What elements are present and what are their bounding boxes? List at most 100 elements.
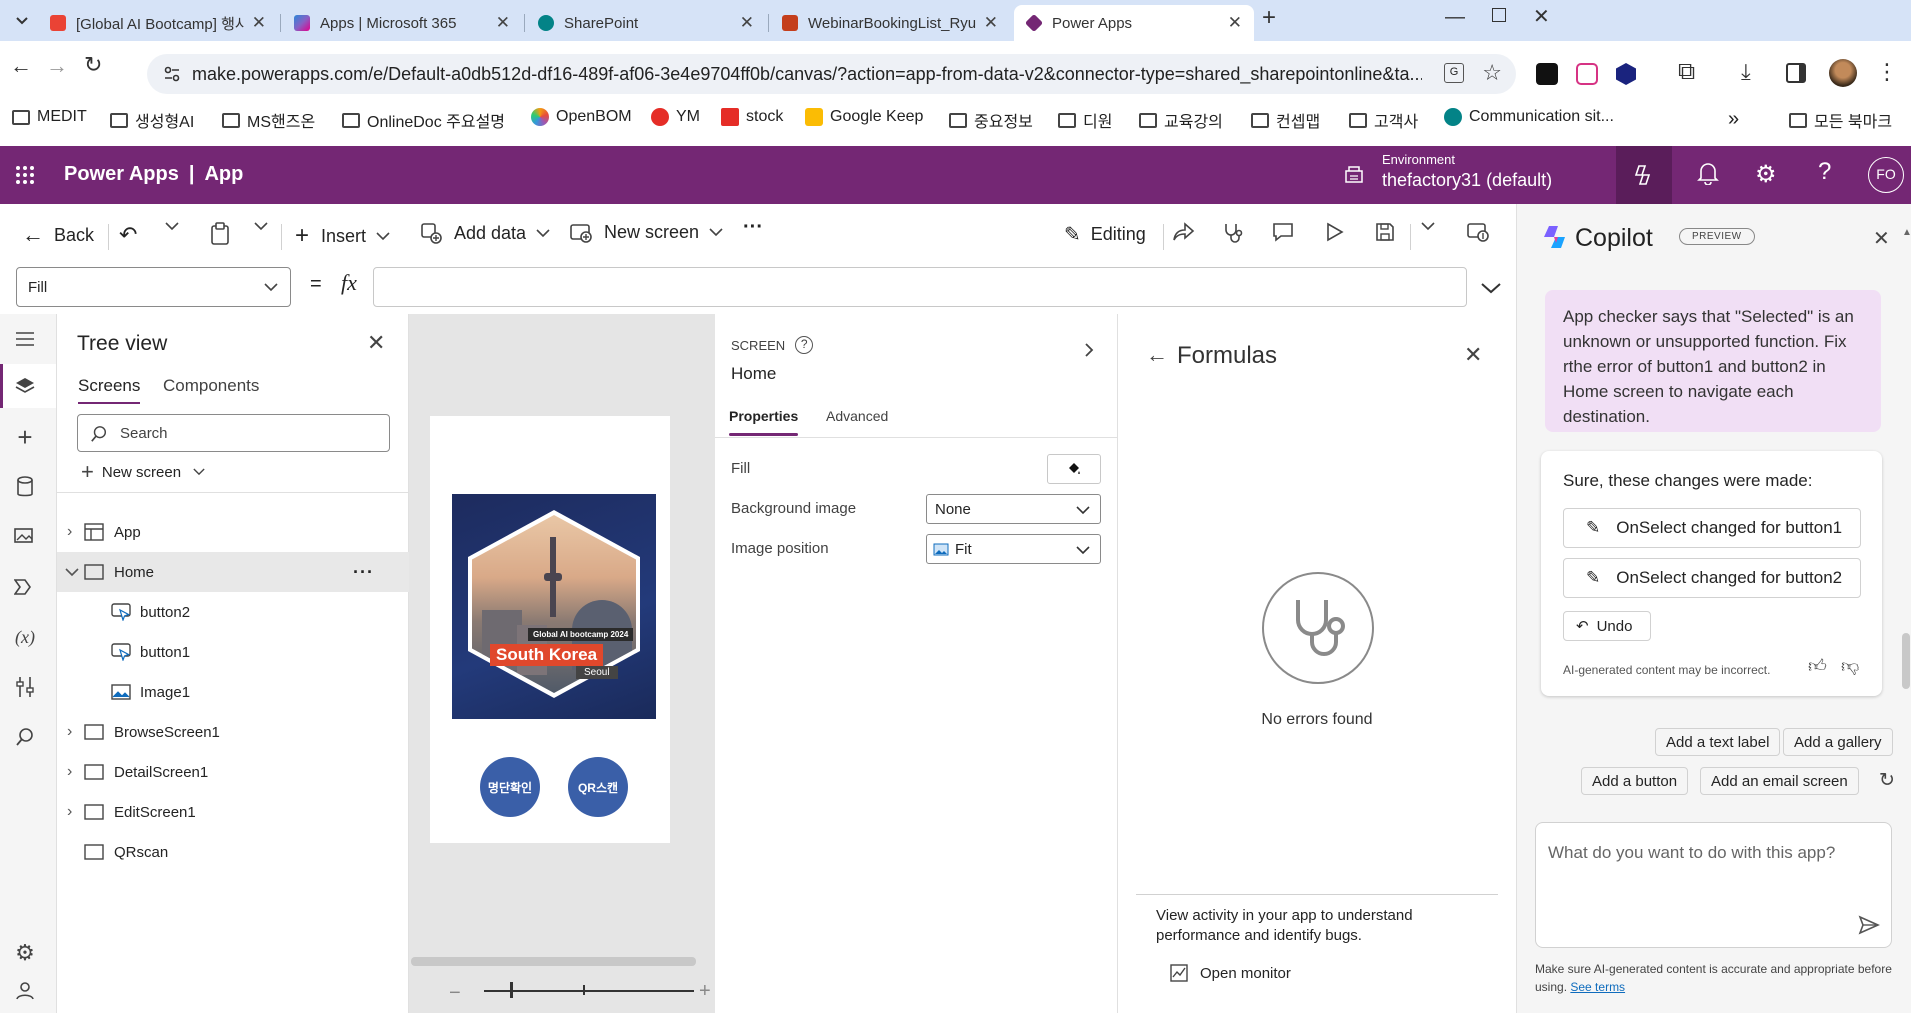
refresh-suggestions-icon[interactable]: ↻ — [1879, 769, 1895, 792]
chevron-right-icon[interactable]: › — [67, 723, 72, 741]
new-screen-button[interactable]: + New screen — [81, 459, 205, 485]
help-icon[interactable]: ? — [795, 336, 814, 354]
scroll-up-arrow[interactable]: ▲ — [1902, 227, 1911, 238]
environment-name[interactable]: thefactory31 (default) — [1382, 170, 1552, 191]
change-item-button2[interactable]: ✎ OnSelect changed for button2 — [1563, 558, 1861, 598]
bookmark-site[interactable]: stock — [721, 108, 783, 126]
settings-gear-icon[interactable]: ⚙ — [10, 938, 40, 968]
restore-button[interactable] — [1492, 8, 1506, 22]
close-tab-icon[interactable]: ✕ — [252, 13, 266, 33]
more-commands-button[interactable]: ··· — [743, 216, 763, 239]
advanced-tools-icon[interactable] — [10, 672, 40, 702]
see-terms-link[interactable]: See terms — [1570, 980, 1625, 994]
extension-icon[interactable] — [1576, 63, 1598, 85]
close-icon[interactable]: ✕ — [367, 330, 385, 356]
thumbs-up-icon[interactable]: 👍︎ — [1808, 655, 1827, 677]
bookmark-folder[interactable]: MS핸즈온 — [222, 108, 315, 132]
bookmark-site[interactable]: YM — [651, 108, 700, 126]
thumbs-down-icon[interactable]: 👎︎ — [1841, 655, 1859, 677]
virtual-agent-icon[interactable] — [10, 976, 40, 1006]
app-launcher-icon[interactable] — [15, 165, 35, 185]
tab-search-chevron-icon[interactable] — [10, 10, 34, 32]
bookmark-folder[interactable]: OnlineDoc 주요설명 — [342, 108, 505, 132]
insert-button[interactable]: + Insert — [295, 222, 390, 250]
add-data-button[interactable]: Add data — [420, 222, 550, 244]
expand-formula-chevron-icon[interactable] — [1480, 282, 1502, 294]
bookmark-folder[interactable]: 고객사 — [1349, 108, 1418, 132]
tree-item-qrscan[interactable]: QRscan — [57, 832, 409, 872]
save-menu-chevron-icon[interactable] — [1421, 222, 1435, 231]
notifications-bell-icon[interactable] — [1697, 161, 1719, 185]
back-arrow-icon[interactable]: ← — [1146, 342, 1168, 368]
share-icon[interactable] — [1173, 222, 1195, 242]
preview-play-icon[interactable] — [1326, 222, 1344, 242]
formula-input[interactable] — [373, 267, 1467, 307]
bookmark-site[interactable]: OpenBOM — [531, 108, 632, 126]
forward-nav-icon[interactable]: → — [46, 53, 68, 79]
new-screen-button[interactable]: New screen — [570, 222, 723, 243]
chevron-right-icon[interactable]: › — [67, 803, 72, 821]
zoom-out-icon[interactable]: − — [449, 982, 461, 1005]
insert-plus-icon[interactable]: + — [10, 422, 40, 452]
all-bookmarks-folder[interactable]: 모든 북마크 — [1789, 108, 1892, 132]
tab-components[interactable]: Components — [163, 376, 259, 396]
browser-tab-sharepoint[interactable]: SharePoint ✕ — [526, 5, 766, 41]
home-screen-preview[interactable]: Global AI bootcamp 2024 South Korea Seou… — [430, 416, 670, 843]
open-monitor-button[interactable]: Open monitor — [1170, 964, 1291, 982]
tab-advanced[interactable]: Advanced — [826, 408, 888, 424]
extensions-puzzle-icon[interactable]: ⧉ — [1678, 58, 1695, 86]
help-icon[interactable]: ? — [1818, 158, 1831, 186]
profile-avatar[interactable] — [1829, 59, 1857, 87]
canvas-button1[interactable]: 명단확인 — [480, 757, 540, 817]
app-checker-icon[interactable] — [1222, 222, 1244, 244]
bookmark-folder[interactable]: MEDIT — [12, 108, 87, 126]
bookmarks-overflow-button[interactable]: » — [1728, 108, 1739, 131]
tree-item-editscreen1[interactable]: › EditScreen1 — [57, 792, 409, 832]
bookmark-folder[interactable]: 교육강의 — [1139, 108, 1223, 132]
tree-item-image1[interactable]: Image1 — [57, 672, 409, 712]
browser-tab-gmail[interactable]: [Global AI Bootcamp] 행사안내 ✕ — [38, 5, 278, 41]
tree-item-app[interactable]: › App — [57, 512, 409, 552]
suggestion-add-gallery[interactable]: Add a gallery — [1783, 728, 1893, 756]
close-tab-icon[interactable]: ✕ — [984, 13, 998, 33]
chevron-right-icon[interactable]: › — [67, 763, 72, 781]
image1-control[interactable]: Global AI bootcamp 2024 South Korea Seou… — [452, 494, 656, 719]
close-tab-icon[interactable]: ✕ — [740, 13, 754, 33]
site-info-icon[interactable] — [163, 65, 181, 83]
close-tab-icon[interactable]: ✕ — [496, 13, 510, 33]
tree-item-home[interactable]: Home ··· — [57, 552, 409, 592]
bookmark-folder[interactable]: 중요정보 — [949, 108, 1033, 132]
power-automate-icon[interactable] — [10, 572, 40, 602]
editing-mode-button[interactable]: ✎ Editing — [1064, 222, 1146, 247]
browser-tab-list[interactable]: WebinarBookingList_Ryu ✕ — [770, 5, 1010, 41]
collapse-pane-chevron-icon[interactable] — [1084, 342, 1094, 358]
close-icon[interactable]: ✕ — [1873, 226, 1890, 251]
back-button[interactable]: ← Back — [22, 222, 94, 248]
browser-menu-icon[interactable]: ⋮ — [1876, 59, 1898, 85]
close-window-button[interactable]: ✕ — [1533, 4, 1550, 29]
zoom-slider-thumb[interactable] — [510, 982, 513, 998]
comments-icon[interactable] — [1272, 222, 1294, 242]
vertical-scrollbar-thumb[interactable] — [1902, 633, 1910, 689]
browser-tab-m365[interactable]: Apps | Microsoft 365 ✕ — [282, 5, 522, 41]
extension-icon[interactable] — [1536, 63, 1558, 85]
undo-button[interactable]: ↶ — [119, 222, 137, 248]
download-icon[interactable]: ⤓ — [1741, 59, 1751, 85]
tree-item-browsescreen1[interactable]: › BrowseScreen1 — [57, 712, 409, 752]
more-options-icon[interactable]: ··· — [353, 562, 374, 583]
close-icon[interactable]: ✕ — [1464, 342, 1482, 368]
undo-menu-chevron-icon[interactable] — [165, 222, 179, 231]
fill-color-picker[interactable] — [1047, 454, 1101, 484]
copilot-toggle-button[interactable] — [1616, 146, 1672, 204]
paste-menu-chevron-icon[interactable] — [254, 222, 268, 231]
tree-item-button1[interactable]: button1 — [57, 632, 409, 672]
side-panel-icon[interactable] — [1786, 63, 1806, 83]
horizontal-scrollbar[interactable] — [411, 957, 696, 966]
paste-button[interactable] — [210, 222, 230, 246]
bookmark-site[interactable]: Communication sit... — [1444, 108, 1614, 126]
background-image-dropdown[interactable]: None — [926, 494, 1101, 524]
zoom-in-icon[interactable]: + — [699, 980, 711, 1003]
bookmark-site[interactable]: Google Keep — [805, 108, 923, 126]
tab-screens[interactable]: Screens — [78, 376, 141, 404]
property-dropdown[interactable]: Fill — [16, 267, 291, 307]
